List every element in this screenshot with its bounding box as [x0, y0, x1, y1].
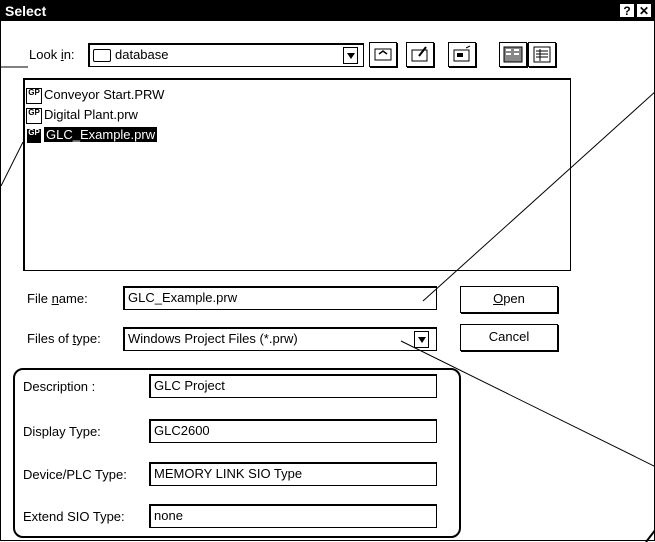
dialog-title: Select: [5, 3, 47, 19]
title-bar: Select: [1, 1, 655, 21]
look-in-combobox[interactable]: database: [88, 43, 364, 67]
callout-line-corner: [645, 528, 655, 542]
desktop-icon[interactable]: [448, 42, 476, 67]
help-button[interactable]: ?: [619, 3, 635, 18]
extend-sio-type-label: Extend SIO Type:: [23, 509, 125, 524]
look-in-dropdown-arrow[interactable]: [343, 47, 358, 64]
display-type-label: Display Type:: [23, 424, 101, 439]
device-plc-type-label: Device/PLC Type:: [23, 467, 127, 482]
up-one-level-icon[interactable]: [369, 42, 397, 67]
description-field: GLC Project: [149, 374, 437, 398]
gp-file-icon: GP: [26, 107, 42, 124]
list-item-selected[interactable]: GP GLC_Example.prw: [26, 125, 158, 145]
open-button[interactable]: Open: [460, 286, 558, 313]
cancel-button[interactable]: Cancel: [460, 324, 558, 351]
device-plc-type-field: MEMORY LINK SIO Type: [149, 462, 437, 486]
callout-line-file-list: [1, 141, 24, 187]
list-item[interactable]: GP Conveyor Start.PRW: [26, 85, 164, 105]
files-of-type-label: Files of type:: [27, 331, 101, 346]
select-dialog: Select ? ✕ Look in: database GP Conveyor …: [0, 0, 655, 542]
create-new-folder-icon[interactable]: [406, 42, 434, 67]
list-item[interactable]: GP Digital Plant.prw: [26, 105, 138, 125]
close-button[interactable]: ✕: [636, 3, 652, 18]
list-view-icon[interactable]: [499, 42, 527, 67]
display-type-field: GLC2600: [149, 419, 437, 443]
folder-icon: [93, 49, 111, 63]
files-of-type-select[interactable]: Windows Project Files (*.prw): [123, 327, 437, 351]
details-view-icon[interactable]: [528, 42, 556, 67]
file-list[interactable]: GP Conveyor Start.PRW GP Digital Plant.prw…: [23, 78, 571, 271]
gp-file-icon: GP: [26, 127, 42, 144]
gp-file-icon: GP: [26, 87, 42, 104]
extend-sio-type-field: none: [149, 504, 437, 528]
look-in-value: database: [115, 47, 169, 62]
file-name-label: File name:: [27, 291, 88, 306]
file-name-input[interactable]: GLC_Example.prw: [123, 286, 437, 310]
files-of-type-dropdown-arrow[interactable]: [414, 331, 429, 348]
look-in-label: Look in:: [29, 47, 75, 62]
description-label: Description :: [23, 379, 96, 394]
